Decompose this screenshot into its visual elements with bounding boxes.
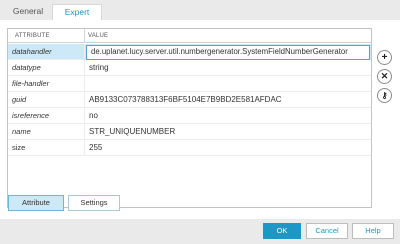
attribute-name: size <box>12 143 26 152</box>
attribute-value[interactable]: de.uplanet.lucy.server.util.numbergenera… <box>91 44 348 60</box>
ok-button[interactable]: OK <box>263 223 301 239</box>
attribute-name: datahandler <box>12 47 52 56</box>
column-header-attribute[interactable]: ATTRIBUTE <box>15 29 50 43</box>
key-button[interactable]: ⚷ <box>377 88 392 103</box>
table-row[interactable]: datatype string <box>8 60 371 76</box>
attribute-grid: ATTRIBUTE VALUE datahandler de.uplanet.l… <box>7 28 372 208</box>
close-icon: ✕ <box>380 71 389 81</box>
attribute-button[interactable]: Attribute <box>8 195 64 211</box>
grid-header: ATTRIBUTE VALUE <box>8 29 371 43</box>
add-attribute-button[interactable]: + <box>377 50 392 65</box>
table-row[interactable]: guid AB9133C073788313F6BF5104E7B9BD2E581… <box>8 92 371 108</box>
attribute-value[interactable]: STR_UNIQUENUMBER <box>89 124 175 140</box>
attribute-name: datatype <box>12 63 41 72</box>
attribute-value[interactable]: no <box>89 108 98 124</box>
key-icon: ⚷ <box>381 91 388 100</box>
attribute-value[interactable]: AB9133C073788313F6BF5104E7B9BD2E581AFDAC <box>89 92 282 108</box>
table-row[interactable]: file-handler <box>8 76 371 92</box>
settings-button[interactable]: Settings <box>68 195 120 211</box>
plus-icon: + <box>381 52 388 63</box>
tab-general[interactable]: General <box>5 4 51 20</box>
tab-bar: General Expert <box>0 0 400 20</box>
attribute-name: name <box>12 127 31 136</box>
column-divider <box>84 29 85 43</box>
attribute-name: guid <box>12 95 27 104</box>
attribute-value[interactable]: 255 <box>89 140 102 156</box>
tab-expert[interactable]: Expert <box>52 4 102 20</box>
attribute-name: isreference <box>12 111 50 120</box>
table-row[interactable]: name STR_UNIQUENUMBER <box>8 124 371 140</box>
table-row[interactable]: isreference no <box>8 108 371 124</box>
column-header-value[interactable]: VALUE <box>88 29 108 43</box>
attribute-name: file-handler <box>12 79 50 88</box>
attribute-value[interactable]: string <box>89 60 109 76</box>
remove-attribute-button[interactable]: ✕ <box>377 69 392 84</box>
dialog-footer: OK Cancel Help <box>0 219 400 244</box>
cancel-button[interactable]: Cancel <box>306 223 348 239</box>
table-row[interactable]: datahandler de.uplanet.lucy.server.util.… <box>8 44 371 60</box>
table-row[interactable]: size 255 <box>8 140 371 156</box>
help-button[interactable]: Help <box>352 223 394 239</box>
expert-panel: ATTRIBUTE VALUE datahandler de.uplanet.l… <box>0 20 400 219</box>
